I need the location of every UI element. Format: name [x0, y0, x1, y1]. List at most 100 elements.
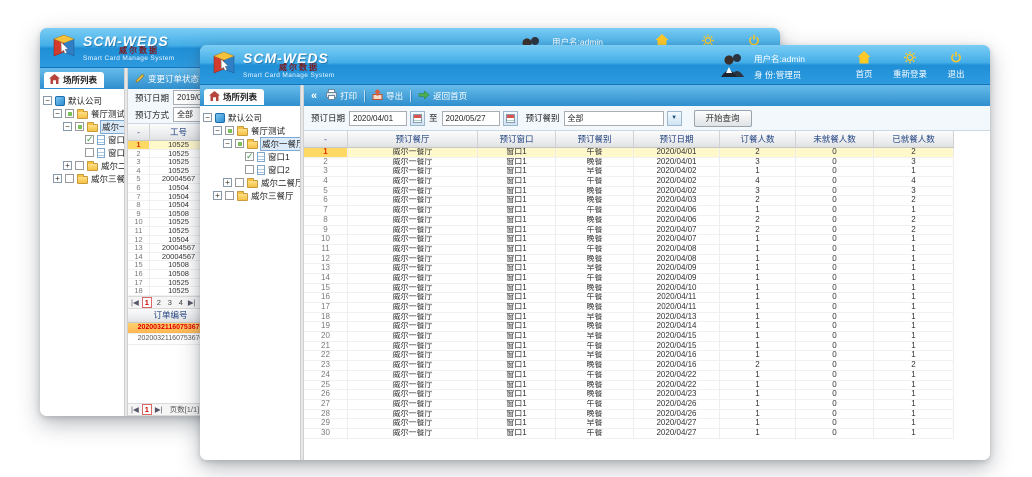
column-header[interactable]: 未就餐人数 — [796, 131, 874, 147]
pager-page-button[interactable]: 3 — [166, 298, 174, 307]
table-row[interactable]: 25威尔一餐厅窗口1晚餐2020/04/22101 — [304, 381, 954, 391]
toolbar-button[interactable]: 变更订单状态 — [135, 73, 199, 85]
column-header[interactable]: 预订餐别 — [556, 131, 634, 147]
tree-checkbox[interactable] — [235, 139, 244, 148]
table-row[interactable]: 24威尔一餐厅窗口1午餐2020/04/22101 — [304, 371, 954, 381]
column-header[interactable]: 预订餐厅 — [348, 131, 478, 147]
tree-checkbox[interactable] — [75, 161, 84, 170]
table-row[interactable]: 20威尔一餐厅窗口1早餐2020/04/15101 — [304, 332, 954, 342]
table-row[interactable]: 13威尔一餐厅窗口1早餐2020/04/09101 — [304, 264, 954, 274]
table-row[interactable]: 16威尔一餐厅窗口1午餐2020/04/11101 — [304, 293, 954, 303]
tree-checkbox[interactable] — [225, 126, 234, 135]
table-row[interactable]: 2威尔一餐厅窗口1晚餐2020/04/01303 — [304, 158, 954, 168]
tree-checkbox[interactable] — [65, 109, 74, 118]
tree-checkbox[interactable] — [235, 178, 244, 187]
tree-node[interactable]: −餐厅测试 — [201, 124, 299, 137]
collapse-toggle-icon[interactable]: − — [213, 126, 222, 135]
collapse-toggle-icon[interactable]: − — [203, 113, 212, 122]
tab-place-list[interactable]: 场所列表 — [204, 89, 264, 105]
date-to-input[interactable]: 2020/05/27 — [442, 111, 500, 126]
column-header[interactable]: - — [128, 124, 150, 140]
table-row[interactable]: 12威尔一餐厅窗口1晚餐2020/04/08101 — [304, 255, 954, 265]
column-header[interactable]: 预订窗口 — [478, 131, 556, 147]
tree-node[interactable]: −威尔一餐厅 — [201, 137, 299, 150]
tree-node[interactable]: −默认公司 — [201, 111, 299, 124]
tree-node[interactable]: +威尔二餐厅 — [41, 159, 123, 172]
tree-node[interactable]: 窗口2 — [41, 146, 123, 159]
calendar-trigger-icon[interactable] — [503, 111, 518, 126]
collapse-toggle-icon[interactable]: − — [43, 96, 52, 105]
meal-select[interactable]: 全部 — [564, 111, 664, 126]
table-row[interactable]: 28威尔一餐厅窗口1晚餐2020/04/26101 — [304, 410, 954, 420]
column-header[interactable]: 订餐人数 — [720, 131, 796, 147]
tab-place-list[interactable]: 场所列表 — [44, 72, 104, 88]
tree-node[interactable]: −威尔一餐厅 — [41, 120, 123, 133]
date-from-input[interactable]: 2020/04/01 — [349, 111, 407, 126]
tree-node[interactable]: +威尔二餐厅 — [201, 176, 299, 189]
table-row[interactable]: 4威尔一餐厅窗口1午餐2020/04/02404 — [304, 177, 954, 187]
tree-node[interactable]: +威尔三餐厅 — [41, 172, 123, 185]
table-row[interactable]: 1威尔一餐厅窗口1午餐2020/04/01202 — [304, 148, 954, 158]
expand-toggle-icon[interactable]: + — [223, 178, 232, 187]
table-row[interactable]: 26威尔一餐厅窗口1晚餐2020/04/23101 — [304, 390, 954, 400]
table-row[interactable]: 19威尔一餐厅窗口1晚餐2020/04/14101 — [304, 322, 954, 332]
table-row[interactable]: 29威尔一餐厅窗口1早餐2020/04/27101 — [304, 419, 954, 429]
table-row[interactable]: 21威尔一餐厅窗口1午餐2020/04/15101 — [304, 342, 954, 352]
table-row[interactable]: 6威尔一餐厅窗口1晚餐2020/04/03202 — [304, 196, 954, 206]
collapse-sidebar-button[interactable]: « — [311, 90, 317, 102]
tree-checkbox[interactable] — [85, 148, 94, 157]
tree-checkbox[interactable] — [245, 152, 254, 161]
table-row[interactable]: 5威尔一餐厅窗口1晚餐2020/04/02303 — [304, 187, 954, 197]
tree-node[interactable]: 窗口1 — [41, 133, 123, 146]
collapse-toggle-icon[interactable]: − — [53, 109, 62, 118]
table-row[interactable]: 7威尔一餐厅窗口1午餐2020/04/06101 — [304, 206, 954, 216]
pager-page-button[interactable]: 4 — [177, 298, 185, 307]
pager-last-button[interactable]: ▶| — [188, 298, 196, 307]
nav-home-button[interactable]: 首页 — [846, 51, 882, 80]
tree-checkbox[interactable] — [75, 122, 84, 131]
expand-toggle-icon[interactable]: + — [63, 161, 72, 170]
tree-checkbox[interactable] — [245, 165, 254, 174]
tree-checkbox[interactable] — [65, 174, 74, 183]
table-row[interactable]: 9威尔一餐厅窗口1午餐2020/04/07202 — [304, 226, 954, 236]
collapse-toggle-icon[interactable]: − — [223, 139, 232, 148]
expand-toggle-icon[interactable]: + — [53, 174, 62, 183]
toolbar-button[interactable]: 导出 — [372, 89, 403, 102]
dropdown-trigger-icon[interactable]: ▼ — [667, 111, 682, 126]
toolbar-button[interactable]: 返回首页 — [418, 90, 467, 102]
pager-page-button[interactable]: 2 — [155, 298, 163, 307]
table-row[interactable]: 23威尔一餐厅窗口1晚餐2020/04/16202 — [304, 361, 954, 371]
column-header[interactable]: 已就餐人数 — [874, 131, 954, 147]
tree-checkbox[interactable] — [85, 135, 94, 144]
tree-checkbox[interactable] — [225, 191, 234, 200]
tree-node[interactable]: +威尔三餐厅 — [201, 189, 299, 202]
expand-toggle-icon[interactable]: + — [213, 191, 222, 200]
tree-node[interactable]: 窗口2 — [201, 163, 299, 176]
table-row[interactable]: 22威尔一餐厅窗口1早餐2020/04/16101 — [304, 351, 954, 361]
pager-page-button[interactable]: 1 — [142, 404, 152, 415]
nav-logout-button[interactable]: 退出 — [938, 51, 974, 80]
table-row[interactable]: 17威尔一餐厅窗口1晚餐2020/04/11101 — [304, 303, 954, 313]
column-header[interactable]: - — [304, 131, 348, 147]
table-row[interactable]: 18威尔一餐厅窗口1早餐2020/04/13101 — [304, 313, 954, 323]
table-row[interactable]: 3威尔一餐厅窗口1早餐2020/04/02101 — [304, 167, 954, 177]
collapse-toggle-icon[interactable]: − — [63, 122, 72, 131]
table-row[interactable]: 15威尔一餐厅窗口1晚餐2020/04/10101 — [304, 284, 954, 294]
column-header[interactable]: 预订日期 — [634, 131, 720, 147]
pager-first-button[interactable]: |◀ — [131, 405, 139, 414]
tree-node[interactable]: 窗口1 — [201, 150, 299, 163]
pager-first-button[interactable]: |◀ — [131, 298, 139, 307]
pager-page-button[interactable]: 1 — [142, 297, 152, 308]
search-button[interactable]: 开始查询 — [694, 110, 752, 127]
table-row[interactable]: 8威尔一餐厅窗口1晚餐2020/04/06202 — [304, 216, 954, 226]
table-row[interactable]: 27威尔一餐厅窗口1午餐2020/04/26101 — [304, 400, 954, 410]
tree-node[interactable]: −餐厅测试 — [41, 107, 123, 120]
tree-node[interactable]: −默认公司 — [41, 94, 123, 107]
pager-last-button[interactable]: ▶| — [155, 405, 163, 414]
nav-relogin-button[interactable]: 重新登录 — [892, 51, 928, 80]
table-row[interactable]: 10威尔一餐厅窗口1晚餐2020/04/07101 — [304, 235, 954, 245]
table-row[interactable]: 11威尔一餐厅窗口1午餐2020/04/08101 — [304, 245, 954, 255]
toolbar-button[interactable]: 打印 — [326, 89, 357, 102]
calendar-trigger-icon[interactable] — [410, 111, 425, 126]
table-row[interactable]: 14威尔一餐厅窗口1午餐2020/04/09101 — [304, 274, 954, 284]
